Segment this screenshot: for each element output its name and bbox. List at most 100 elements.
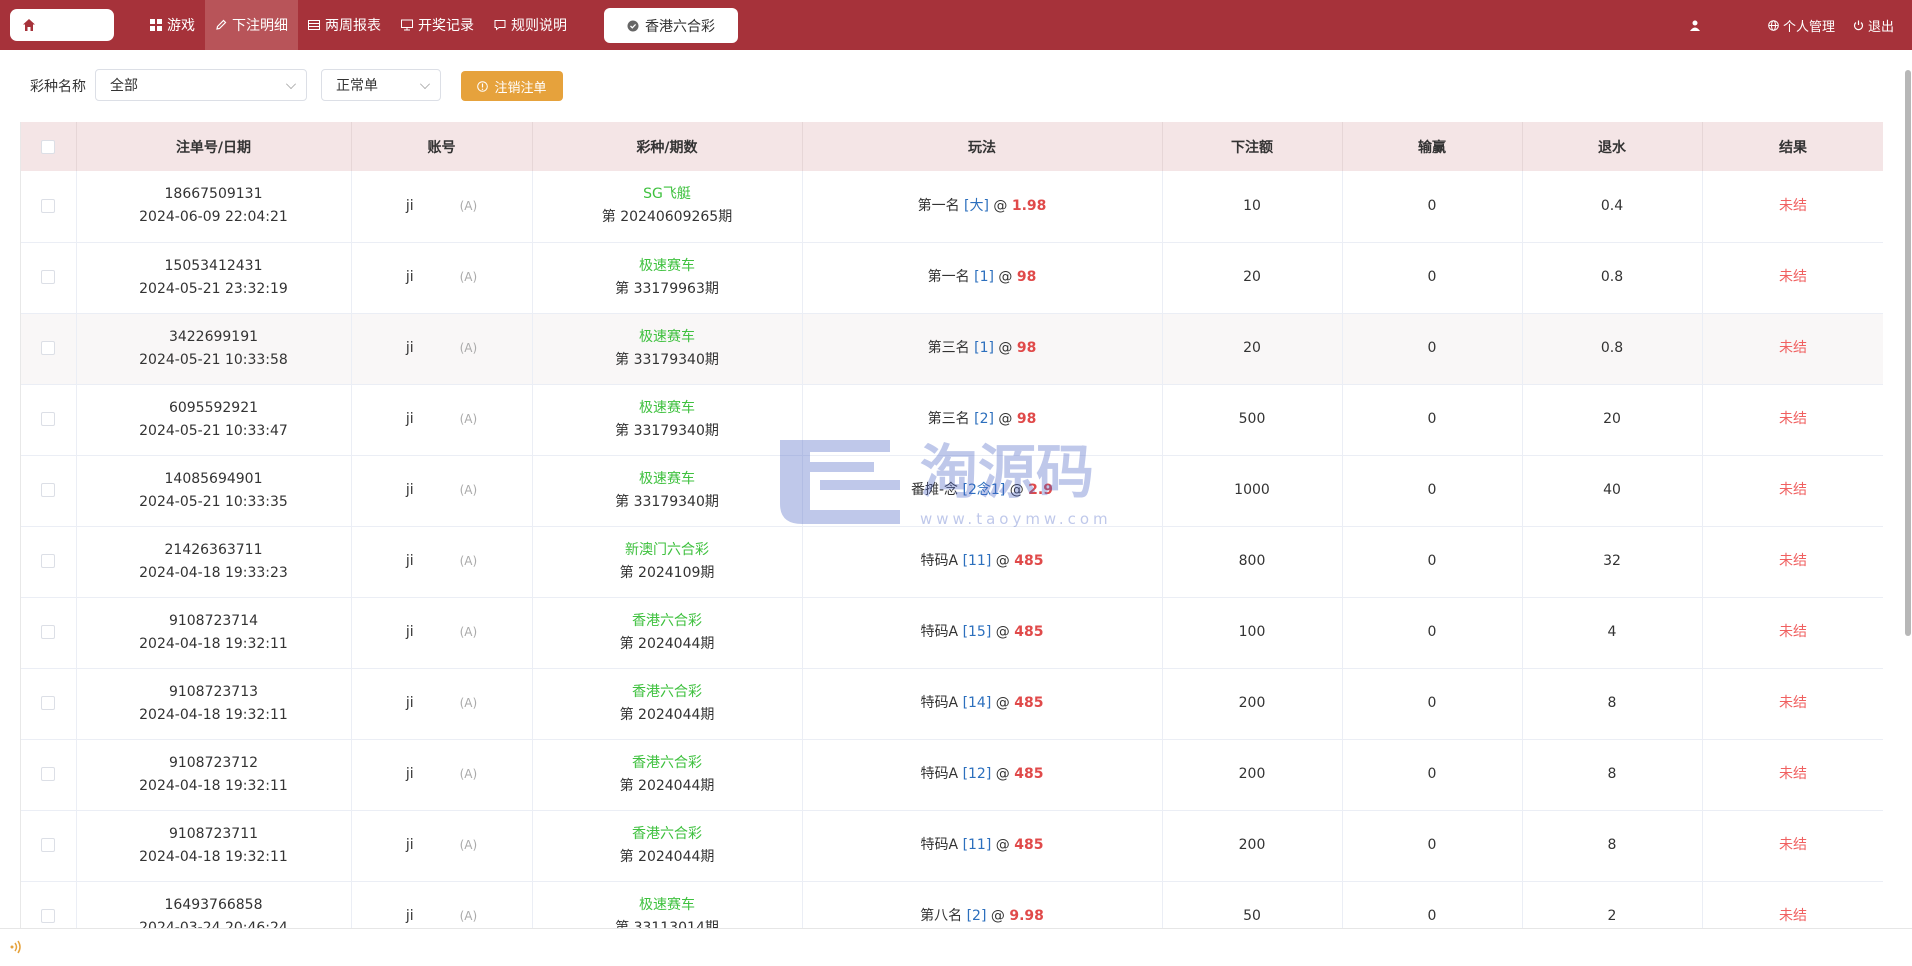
nav-item-bet-details[interactable]: 下注明细: [205, 0, 298, 50]
bet-table-container: 注单号/日期 账号 彩种/期数 玩法 下注额 输赢 退水 结果 18667509…: [20, 122, 1883, 928]
column-header: 注单号/日期: [76, 122, 352, 171]
at-sign: @: [995, 624, 1010, 640]
table-row[interactable]: 21426363711 2024-04-18 19:33:23 ji (A) 新澳门六合…: [21, 526, 1883, 598]
row-select-cell[interactable]: [21, 668, 77, 740]
table-row[interactable]: 14085694901 2024-05-21 10:33:35 ji (A) 极速赛车第…: [21, 455, 1883, 527]
lottery-name: 香港六合彩: [632, 754, 702, 771]
row-checkbox[interactable]: [41, 412, 56, 426]
user-button[interactable]: [1689, 20, 1700, 31]
row-select-cell[interactable]: [21, 171, 77, 243]
winloss-cell: 0: [1342, 313, 1523, 385]
current-lottery-button[interactable]: 香港六合彩: [604, 8, 738, 43]
bet-date: 2024-03-24 20:46:24: [139, 919, 288, 929]
account-name: ji: [405, 411, 414, 427]
table-row[interactable]: 9108723713 2024-04-18 19:32:11 ji (A) 香港六合彩第…: [21, 668, 1883, 740]
scrollbar-thumb[interactable]: [1905, 70, 1911, 636]
row-checkbox[interactable]: [41, 198, 56, 213]
result-cell: 未结: [1702, 881, 1883, 928]
row-select-cell[interactable]: [21, 455, 77, 527]
account-tag: (A): [459, 838, 478, 852]
play-odds: 2.9: [1028, 482, 1053, 498]
bet-type-select[interactable]: 正常单: [321, 69, 441, 101]
row-checkbox[interactable]: [41, 554, 56, 568]
table-row[interactable]: 15053412431 2024-05-21 23:32:19 ji (A) 极速赛车第…: [21, 242, 1883, 314]
lottery-select[interactable]: 全部: [95, 69, 307, 101]
check-circle-icon: [627, 20, 639, 31]
row-checkbox[interactable]: [41, 625, 56, 639]
play-cell: 特码A [15] @ 485: [802, 597, 1163, 669]
personal-management-link[interactable]: 个人管理: [1768, 16, 1835, 35]
row-select-cell[interactable]: [21, 313, 77, 385]
row-checkbox[interactable]: [41, 838, 56, 852]
at-sign: @: [995, 766, 1010, 782]
bet-no-date-cell: 9108723712 2024-04-18 19:32:11: [76, 739, 352, 811]
table-row[interactable]: 18667509131 2024-06-09 22:04:21 ji (A) SG飞艇第…: [21, 171, 1883, 243]
lottery-period-cell: 极速赛车第 33179963期: [532, 242, 803, 314]
amount-cell: 800: [1162, 526, 1343, 598]
personal-management-label: 个人管理: [1782, 19, 1835, 35]
play-cell: 第一名 [1] @ 98: [802, 242, 1163, 314]
cancel-bet-button[interactable]: 注销注单: [461, 71, 563, 101]
chat-icon: [494, 20, 506, 31]
table-row[interactable]: 9108723712 2024-04-18 19:32:11 ji (A) 香港六合彩第…: [21, 739, 1883, 811]
play-pick: [2]: [966, 908, 987, 924]
lottery-period: 第 33179963期: [615, 280, 719, 297]
row-select-cell[interactable]: [21, 881, 77, 928]
play-odds: 485: [1014, 766, 1044, 782]
row-select-cell[interactable]: [21, 242, 77, 314]
table-row[interactable]: 6095592921 2024-05-21 10:33:47 ji (A) 极速赛车第 …: [21, 384, 1883, 456]
select-all-header[interactable]: [21, 122, 77, 171]
winloss-cell: 0: [1342, 881, 1523, 928]
at-sign: @: [993, 197, 1008, 214]
row-checkbox[interactable]: [41, 909, 56, 923]
bet-number: 9108723712: [168, 754, 259, 771]
row-select-cell[interactable]: [21, 810, 77, 882]
nav-item-two-week-report[interactable]: 两周报表: [298, 0, 391, 50]
bet-number: 15053412431: [164, 257, 263, 274]
select-all-checkbox[interactable]: [41, 139, 56, 154]
bet-date: 2024-05-21 10:33:58: [139, 351, 288, 368]
table-row[interactable]: 3422699191 2024-05-21 10:33:58 ji (A) 极速赛车第 …: [21, 313, 1883, 385]
logout-link[interactable]: 退出: [1853, 16, 1894, 35]
nav-item-games[interactable]: 游戏: [140, 0, 205, 50]
row-select-cell[interactable]: [21, 384, 77, 456]
lottery-name-label: 彩种名称: [30, 79, 86, 95]
at-sign: @: [998, 411, 1013, 427]
speaker-icon[interactable]: [8, 938, 26, 956]
lottery-period: 第 2024044期: [619, 706, 715, 723]
bet-date: 2024-05-21 10:33:35: [139, 493, 288, 510]
nav-item-draw-records[interactable]: 开奖记录: [391, 0, 484, 50]
play-odds: 98: [1016, 340, 1037, 356]
table-row[interactable]: 9108723714 2024-04-18 19:32:11 ji (A) 香港六合彩第…: [21, 597, 1883, 669]
table-row[interactable]: 9108723711 2024-04-18 19:32:11 ji (A) 香港六合彩第…: [21, 810, 1883, 882]
row-checkbox[interactable]: [41, 483, 56, 497]
account-tag: (A): [459, 270, 478, 284]
account-tag: (A): [459, 696, 478, 710]
column-header: 玩法: [802, 122, 1163, 171]
row-checkbox[interactable]: [41, 270, 56, 284]
lottery-period-cell: 香港六合彩第 2024044期: [532, 597, 803, 669]
play-pick: [2]: [974, 411, 994, 427]
home-button[interactable]: [10, 9, 114, 41]
row-select-cell[interactable]: [21, 597, 77, 669]
at-sign: @: [998, 269, 1013, 285]
nav-item-rules[interactable]: 规则说明: [484, 0, 577, 50]
bet-no-date-cell: 16493766858 2024-03-24 20:46:24: [76, 881, 352, 929]
row-checkbox[interactable]: [41, 767, 56, 781]
bet-no-date-cell: 9108723713 2024-04-18 19:32:11: [76, 668, 352, 740]
result-cell: 未结: [1702, 384, 1883, 456]
play-cell: 番摊-念 [2念1] @ 2.9: [802, 455, 1163, 527]
row-select-cell[interactable]: [21, 739, 77, 811]
account-cell: ji (A): [351, 881, 533, 928]
lottery-name: 极速赛车: [639, 328, 695, 345]
play-cell: 第三名 [1] @ 98: [802, 313, 1163, 385]
play-odds: 485: [1014, 837, 1044, 853]
logout-label: 退出: [1867, 19, 1894, 35]
account-cell: ji (A): [351, 668, 533, 740]
row-checkbox[interactable]: [41, 696, 56, 710]
table-row[interactable]: 16493766858 2024-03-24 20:46:24 ji (A) 极速赛车第…: [21, 881, 1883, 928]
row-checkbox[interactable]: [41, 341, 56, 355]
play-name: 特码A: [920, 553, 959, 569]
result-cell: 未结: [1702, 242, 1883, 314]
row-select-cell[interactable]: [21, 526, 77, 598]
